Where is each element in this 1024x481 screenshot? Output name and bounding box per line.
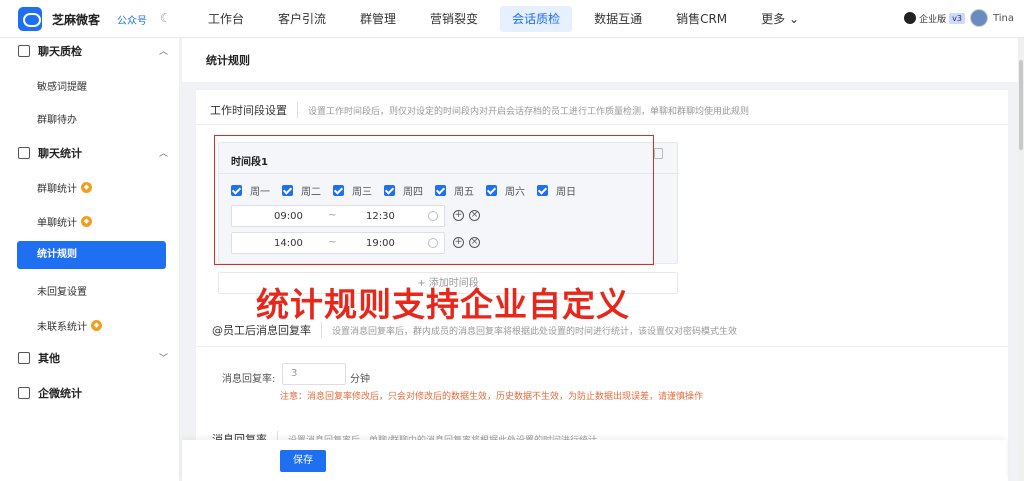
highlight-frame xyxy=(214,135,654,265)
wecom-badge[interactable]: 企业版 v3 xyxy=(904,12,965,25)
nav-more-label: 更多 xyxy=(761,12,786,26)
item-label: 单聊统计 xyxy=(37,218,77,229)
vip-diamond-icon: ◆ xyxy=(81,182,92,193)
rate-label: 消息回复率: xyxy=(222,374,276,385)
avatar[interactable] xyxy=(969,9,988,27)
trash-icon[interactable] xyxy=(654,148,663,159)
top-bar: 芝麻微客 公众号 ☾ 工作台 客户引流 群管理 营销裂变 会话质检 数据互通 销… xyxy=(0,0,1024,38)
scan-icon xyxy=(18,352,30,364)
chart-icon xyxy=(18,387,30,399)
sidebar-section-other[interactable]: 其他 ﹀ xyxy=(18,348,168,368)
wecom-label: 企业版 xyxy=(919,14,947,25)
chart-icon xyxy=(18,147,30,159)
divider xyxy=(196,124,1008,125)
section-label: 其他 xyxy=(38,352,60,365)
section-label: 聊天统计 xyxy=(38,147,82,160)
item-label: 未联系统计 xyxy=(37,322,87,333)
chevron-up-icon: ︿ xyxy=(158,149,168,159)
sidebar: 聊天质检 ︿ 敏感词提醒 群聊待办 聊天统计 ︿ 群聊统计 ◆ 单聊统计 ◆ 统… xyxy=(0,38,180,481)
sidebar-item-sensitive-words[interactable]: 敏感词提醒 xyxy=(37,78,87,93)
promo-overlay-text: 统计规则支持企业自定义 xyxy=(256,285,630,324)
settings-card: 工作时间段设置 设置工作时间段后，则仅对设定的时间段内对开启会话存档的员工进行工… xyxy=(196,90,1008,481)
item-label: 群聊统计 xyxy=(37,184,77,195)
section-label: 企微统计 xyxy=(38,387,82,400)
sidebar-item-group-todo[interactable]: 群聊待办 xyxy=(37,111,77,126)
chevron-down-icon: ﹀ xyxy=(158,354,168,364)
version-badge: v3 xyxy=(949,12,965,24)
reply-rate-input[interactable]: 3 xyxy=(282,363,346,385)
warning-notice: 注意：消息回复率修改后，只会对修改后的数据生效，历史数据不生效，为防止数据出现误… xyxy=(280,392,704,402)
sidebar-item-unreplied-settings[interactable]: 未回复设置 xyxy=(37,283,87,298)
sidebar-item-stat-rules[interactable]: 统计规则 xyxy=(17,241,166,269)
main-nav: 工作台 客户引流 群管理 营销裂变 会话质检 数据互通 销售CRM 更多 ⌄ xyxy=(196,6,821,32)
nav-group-management[interactable]: 群管理 xyxy=(348,6,408,32)
rate-unit: 分钟 xyxy=(350,374,370,385)
bottom-action-bar: 保存 xyxy=(182,440,1006,481)
save-button[interactable]: 保存 xyxy=(280,450,326,472)
theme-moon-icon[interactable]: ☾ xyxy=(160,11,171,25)
nav-workbench[interactable]: 工作台 xyxy=(196,6,256,32)
user-name[interactable]: Tina xyxy=(993,13,1014,24)
vip-diamond-icon: ◆ xyxy=(81,216,92,227)
reply-section-desc: 设置消息回复率后，群内成员的消息回复率将根据此处设置的时间进行统计，该设置仅对密… xyxy=(332,326,738,337)
section-label: 聊天质检 xyxy=(38,45,82,58)
nav-data-sync[interactable]: 数据互通 xyxy=(582,6,654,32)
sidebar-item-group-stats[interactable]: 群聊统计 ◆ xyxy=(37,180,92,195)
time-section-title: 工作时间段设置 xyxy=(210,102,298,118)
nav-sales-crm[interactable]: 销售CRM xyxy=(664,6,739,32)
sidebar-section-chat-stats[interactable]: 聊天统计 ︿ xyxy=(18,143,168,163)
scan-icon xyxy=(18,45,30,57)
wecom-icon xyxy=(904,12,917,24)
sidebar-item-uncontacted-stats[interactable]: 未联系统计 ◆ xyxy=(37,318,102,333)
page-title: 统计规则 xyxy=(206,54,250,67)
nav-more[interactable]: 更多 ⌄ xyxy=(749,6,811,32)
chevron-down-icon: ⌄ xyxy=(789,12,800,26)
divider xyxy=(196,346,1008,347)
time-section-desc: 设置工作时间段后，则仅对设定的时间段内对开启会话存档的员工进行工作质量检测，单聊… xyxy=(308,106,750,117)
reply-section-header: @员工后消息回复率 设置消息回复率后，群内成员的消息回复率将根据此处设置的时间进… xyxy=(212,322,737,338)
reply-section-title: @员工后消息回复率 xyxy=(212,322,322,338)
time-section-header: 工作时间段设置 设置工作时间段后，则仅对设定的时间段内对开启会话存档的员工进行工… xyxy=(210,102,749,118)
sidebar-section-wecom-stats[interactable]: 企微统计 xyxy=(18,383,168,403)
chevron-up-icon: ︿ xyxy=(158,47,168,57)
page-header: 统计规则 xyxy=(182,38,1024,82)
scrollbar-thumb[interactable] xyxy=(1019,60,1023,150)
account-type-link[interactable]: 公众号 xyxy=(117,12,147,27)
sidebar-section-chat-inspection[interactable]: 聊天质检 ︿ xyxy=(18,41,168,61)
nav-session-inspection[interactable]: 会话质检 xyxy=(500,6,573,32)
brand-name: 芝麻微客 xyxy=(52,13,101,27)
sidebar-item-single-stats[interactable]: 单聊统计 ◆ xyxy=(37,214,92,229)
right-tools: 企业版 v3 Tina xyxy=(904,9,1014,27)
nav-customer-acquisition[interactable]: 客户引流 xyxy=(266,6,338,32)
vip-diamond-icon: ◆ xyxy=(91,320,102,331)
nav-marketing-fission[interactable]: 营销裂变 xyxy=(418,6,490,32)
brand-logo-icon[interactable] xyxy=(18,7,42,31)
